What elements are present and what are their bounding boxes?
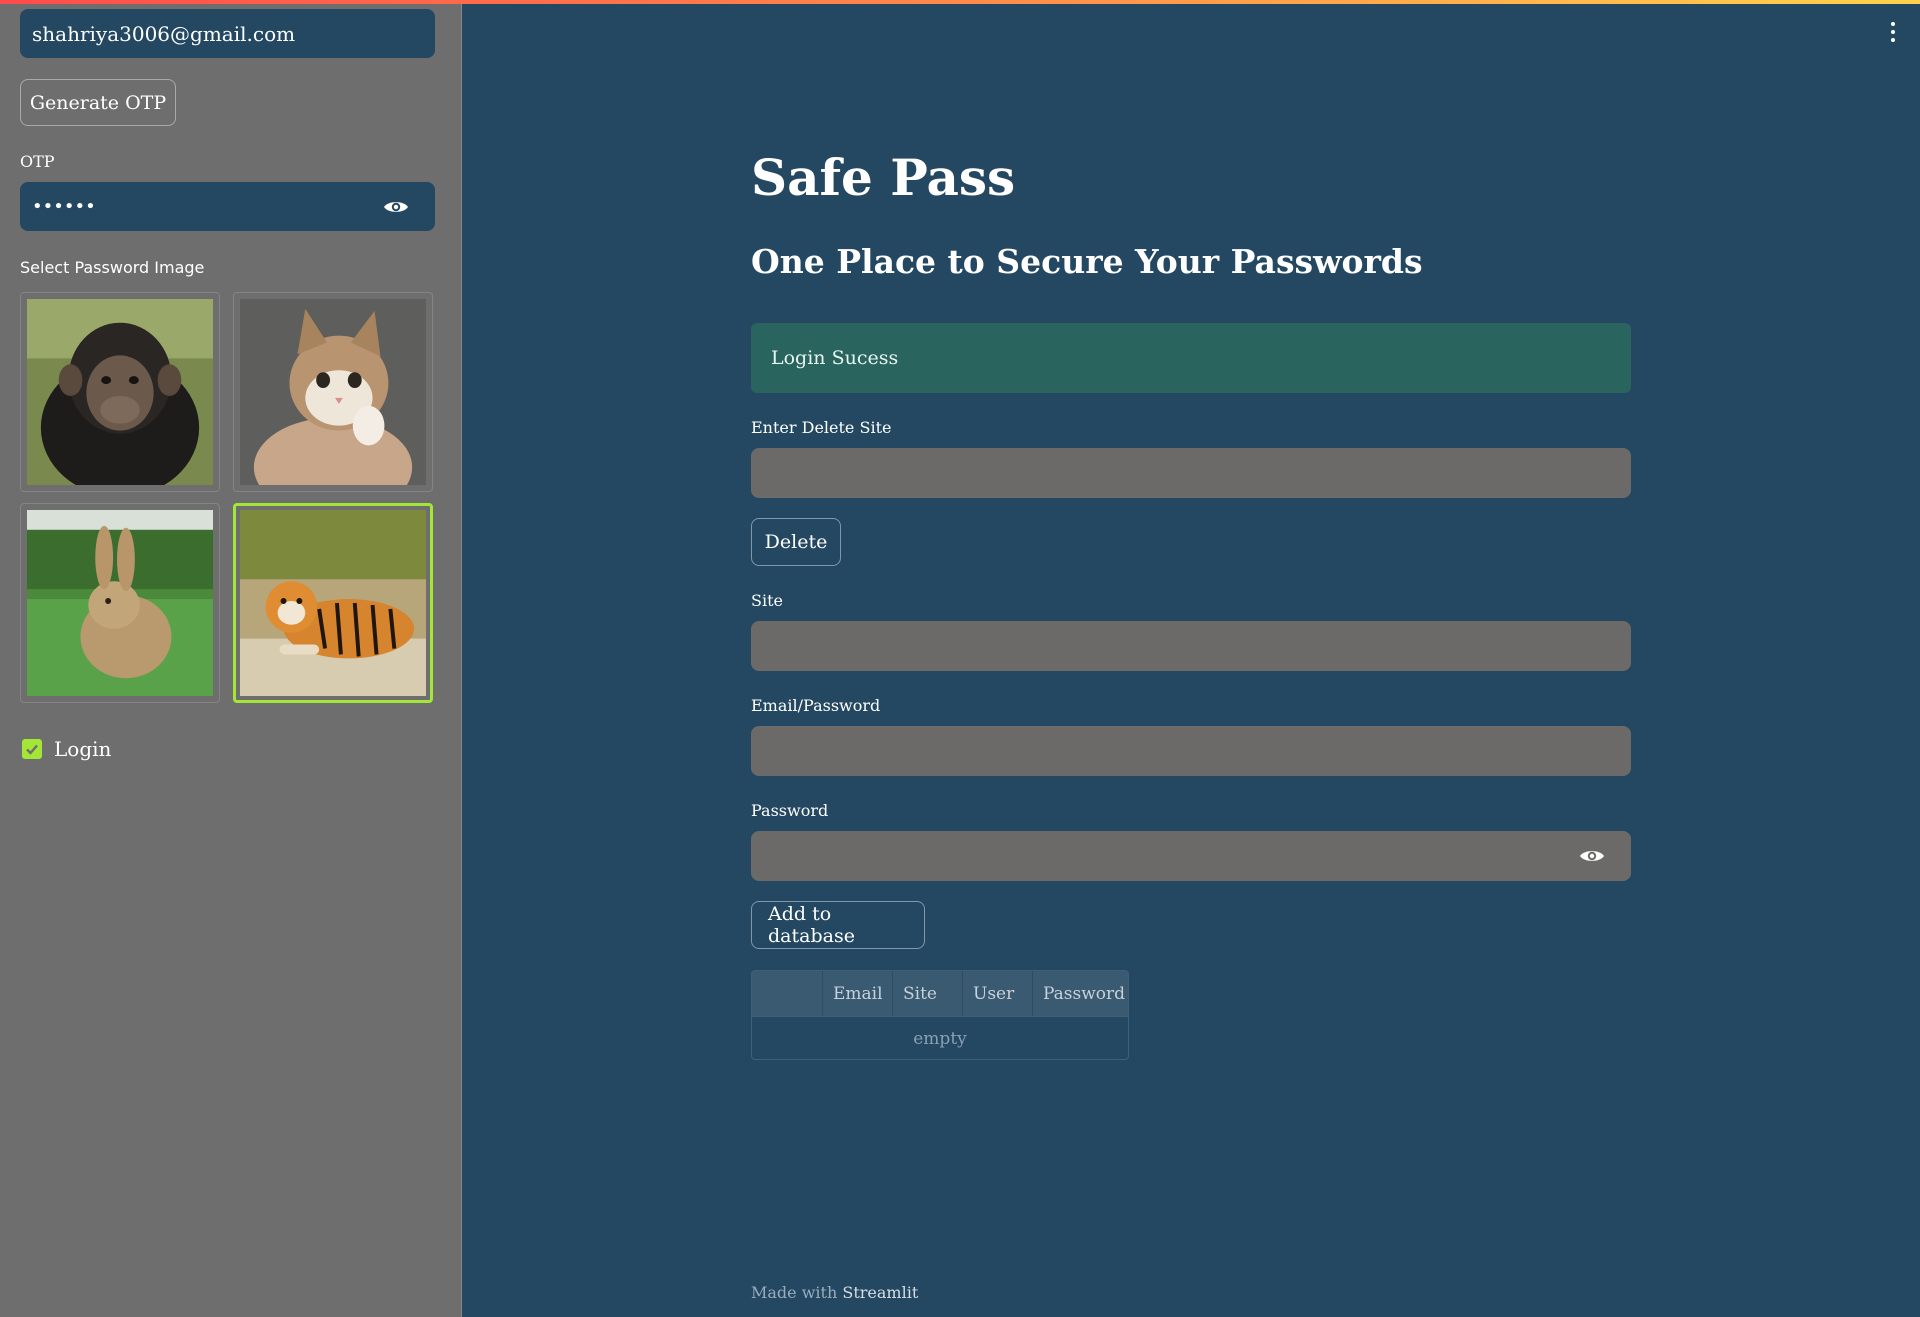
checkmark-icon <box>26 744 38 755</box>
login-checkbox-row[interactable]: Login <box>22 737 111 761</box>
chimpanzee-image <box>27 299 213 485</box>
login-checkbox[interactable] <box>22 739 42 759</box>
rabbit-image <box>27 510 213 696</box>
kitten-image <box>240 299 426 485</box>
password-label: Password <box>751 801 829 820</box>
page-subtitle: One Place to Secure Your Passwords <box>751 242 1423 281</box>
password-image-tiger[interactable] <box>233 503 433 703</box>
otp-label: OTP <box>20 152 55 171</box>
column-header-password[interactable]: Password <box>1032 971 1128 1016</box>
email-password-label: Email/Password <box>751 696 881 715</box>
passwords-table: Email Site User Password empty <box>751 970 1129 1060</box>
site-label: Site <box>751 591 783 610</box>
top-decoration-bar <box>0 0 1920 4</box>
footer-brand-link[interactable]: Streamlit <box>842 1283 918 1302</box>
delete-site-label: Enter Delete Site <box>751 418 892 437</box>
delete-site-input[interactable] <box>751 448 1631 498</box>
email-input[interactable]: shahriya3006@gmail.com <box>20 9 435 58</box>
table-header: Email Site User Password <box>752 971 1128 1016</box>
password-input[interactable] <box>751 831 1631 881</box>
password-image-kitten[interactable] <box>233 292 433 492</box>
delete-button[interactable]: Delete <box>751 518 841 566</box>
password-image-chimpanzee[interactable] <box>20 292 220 492</box>
site-input[interactable] <box>751 621 1631 671</box>
email-password-input[interactable] <box>751 726 1631 776</box>
table-empty-row: empty <box>752 1016 1128 1059</box>
email-input-value: shahriya3006@gmail.com <box>32 21 296 46</box>
footer-prefix: Made with <box>751 1283 838 1302</box>
sidebar: shahriya3006@gmail.com Generate OTP OTP … <box>0 0 462 1317</box>
success-alert-text: Login Sucess <box>771 347 899 369</box>
eye-icon[interactable] <box>1579 848 1605 864</box>
column-header-email[interactable]: Email <box>822 971 892 1016</box>
otp-input[interactable]: •••••• <box>20 182 435 231</box>
footer: Made with Streamlit <box>751 1283 918 1302</box>
login-checkbox-label: Login <box>54 737 112 761</box>
success-alert: Login Sucess <box>751 323 1631 393</box>
password-image-rabbit[interactable] <box>20 503 220 703</box>
tiger-image <box>240 510 426 696</box>
main-menu-icon[interactable] <box>1890 22 1896 42</box>
page-title: Safe Pass <box>751 148 1016 207</box>
column-header-site[interactable]: Site <box>892 971 962 1016</box>
column-header-user[interactable]: User <box>962 971 1032 1016</box>
table-index-header <box>752 971 822 1016</box>
otp-input-value: •••••• <box>32 196 96 217</box>
generate-otp-button[interactable]: Generate OTP <box>20 79 176 126</box>
add-to-database-button[interactable]: Add to database <box>751 901 925 949</box>
eye-icon[interactable] <box>383 199 409 215</box>
select-image-label: Select Password Image <box>20 258 205 277</box>
